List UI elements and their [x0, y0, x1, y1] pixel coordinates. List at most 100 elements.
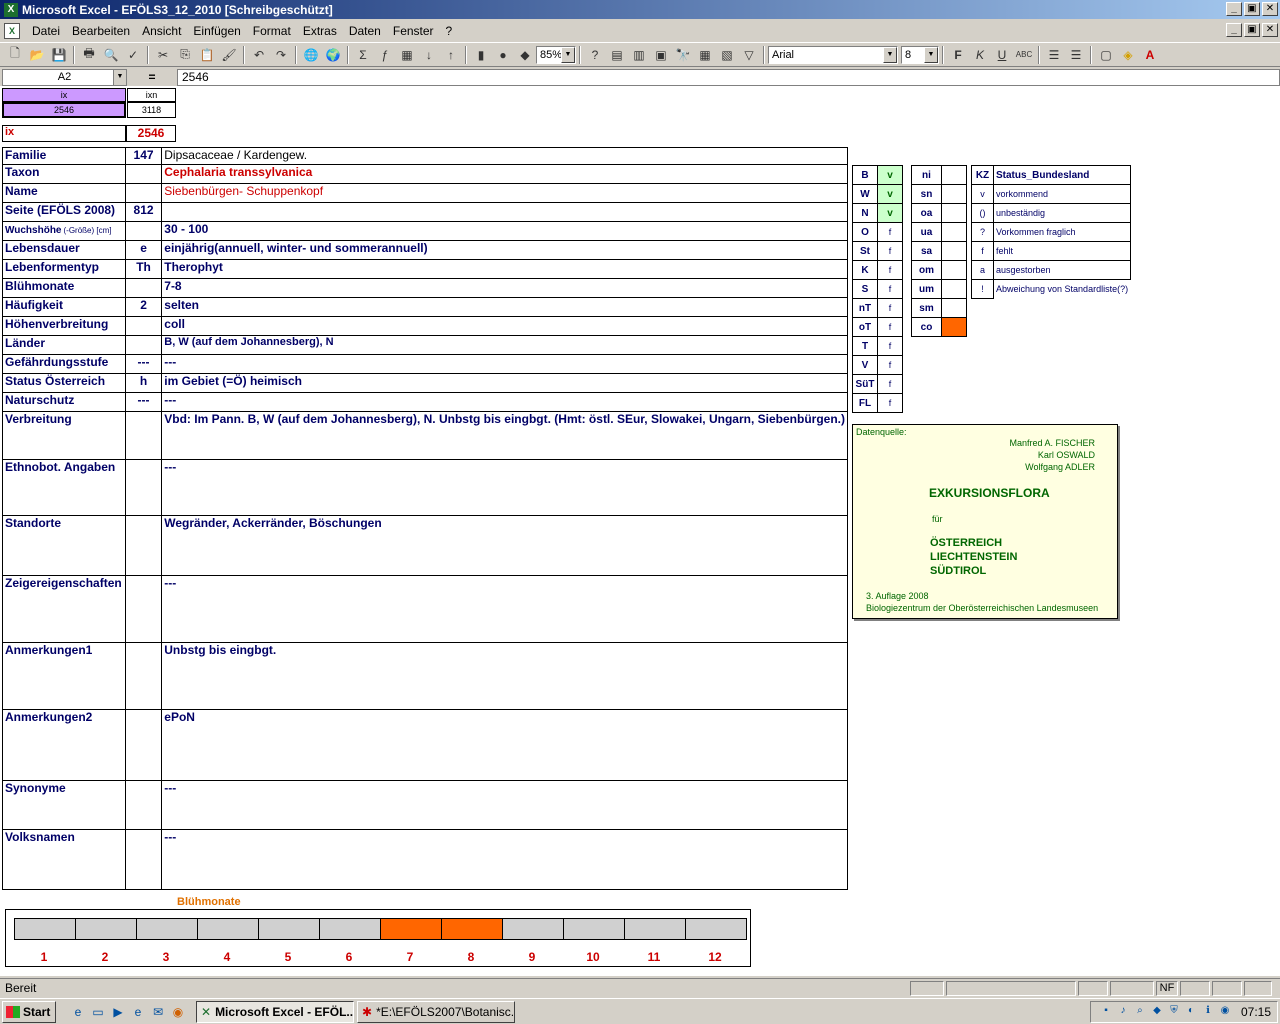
row-label[interactable]: Taxon [2, 164, 126, 184]
row-code[interactable] [124, 642, 163, 710]
status-key[interactable]: v [971, 184, 994, 204]
kz-key[interactable]: sa [911, 241, 942, 261]
status-key[interactable]: () [971, 203, 994, 223]
row-code[interactable] [124, 278, 163, 298]
volume-icon[interactable]: ♪ [1116, 1005, 1130, 1019]
menu-help[interactable]: ? [440, 24, 459, 38]
menu-fenster[interactable]: Fenster [387, 24, 440, 38]
web-toolbar-icon[interactable]: 🌍 [322, 44, 344, 65]
name-box[interactable]: A2 ▼ [2, 68, 127, 86]
kz-key[interactable]: O [852, 222, 878, 242]
kz-key[interactable]: sm [911, 298, 942, 318]
row-label[interactable]: Status Österreich [2, 373, 126, 393]
row-code[interactable]: --- [124, 392, 163, 412]
doc-close-button[interactable]: ✕ [1262, 23, 1278, 37]
row-value[interactable]: im Gebiet (=Ö) heimisch [161, 373, 848, 393]
kz-status[interactable]: f [877, 298, 903, 318]
row-label[interactable]: Anmerkungen2 [2, 709, 126, 781]
drawing-icon[interactable]: ◆ [514, 44, 536, 65]
font-select[interactable]: Arial ▼ [768, 45, 898, 64]
bold-icon[interactable]: F [947, 44, 969, 65]
row-code[interactable] [124, 459, 163, 516]
status-description[interactable]: unbeständig [993, 203, 1131, 223]
row-label[interactable]: Standorte [2, 515, 126, 576]
minimize-button[interactable]: _ [1226, 2, 1242, 16]
row-label[interactable]: Lebensdauer [2, 240, 126, 260]
kz-status[interactable]: f [877, 355, 903, 375]
new-icon[interactable]: 🗋 [4, 44, 26, 65]
kz-key[interactable]: FL [852, 393, 878, 413]
status-key[interactable]: f [971, 241, 994, 261]
quicklaunch-browser-icon[interactable]: e [128, 1002, 148, 1022]
kz-status[interactable]: f [877, 241, 903, 261]
task-excel[interactable]: ✕ Microsoft Excel - EFÖL... [196, 1000, 354, 1023]
fill-color-icon[interactable]: ◈ [1117, 44, 1139, 65]
worksheet[interactable]: ix ixn 2546 3118 ix 2546 Familie 147 Dipsa… [0, 86, 1280, 976]
kz-status[interactable]: f [877, 374, 903, 394]
kz-key[interactable]: T [852, 336, 878, 356]
kz-key[interactable]: ua [911, 222, 942, 242]
start-button[interactable]: Start [2, 1000, 56, 1023]
row-code[interactable]: h [124, 373, 163, 393]
help-icon[interactable]: ? [584, 44, 606, 65]
print-icon[interactable]: 🖶 [78, 44, 100, 65]
row-value[interactable]: --- [161, 392, 848, 412]
row-value[interactable]: selten [161, 297, 848, 317]
kz-status[interactable] [941, 279, 967, 299]
data-source-note[interactable]: Datenquelle: Manfred A. FISCHER Karl OSW… [852, 424, 1118, 619]
quicklaunch-desktop-icon[interactable]: ▭ [88, 1002, 108, 1022]
row-value[interactable]: --- [161, 575, 848, 643]
row-label[interactable]: Länder [2, 335, 126, 355]
row-value[interactable]: --- [161, 780, 848, 830]
row-value[interactable]: 7-8 [161, 278, 848, 298]
kz-status[interactable] [941, 203, 967, 223]
italic-icon[interactable]: K [969, 44, 991, 65]
ix-value-cell[interactable]: 2546 [2, 102, 126, 118]
kz-key[interactable]: om [911, 260, 942, 280]
row-code[interactable]: Th [124, 259, 163, 279]
kz-status[interactable]: f [877, 260, 903, 280]
row-value[interactable]: einjährig(annuell, winter- und sommerann… [161, 240, 848, 260]
row-value[interactable]: Siebenbürgen- Schuppenkopf [161, 183, 848, 203]
window-titlebar[interactable]: X Microsoft Excel - EFÖLS3_12_2010 [Schr… [0, 0, 1280, 19]
status-description[interactable]: Abweichung von Standardliste(?) [994, 280, 1131, 299]
kz-status[interactable]: f [877, 336, 903, 356]
menu-bearbeiten[interactable]: Bearbeiten [66, 24, 136, 38]
row-code[interactable]: e [124, 240, 163, 260]
row-code[interactable] [124, 829, 163, 890]
row-value[interactable]: --- [161, 829, 848, 890]
row-label[interactable]: Ethnobot. Angaben [2, 459, 126, 516]
kz-key[interactable]: K [852, 260, 878, 280]
menu-daten[interactable]: Daten [343, 24, 387, 38]
info-icon[interactable]: ℹ [1201, 1005, 1215, 1019]
clock[interactable]: 07:15 [1241, 1005, 1271, 1019]
kz-key[interactable]: nT [852, 298, 878, 318]
redo-icon[interactable]: ↷ [270, 44, 292, 65]
row-value[interactable]: Therophyt [161, 259, 848, 279]
kz-status[interactable]: v [877, 165, 903, 185]
status-description[interactable]: ausgestorben [993, 260, 1131, 280]
row-value[interactable]: ePoN [161, 709, 848, 781]
row-code[interactable] [124, 515, 163, 576]
copy-icon[interactable]: ⎘ [174, 44, 196, 65]
quicklaunch-outlook-icon[interactable]: ✉ [148, 1002, 168, 1022]
row-label[interactable]: Anmerkungen1 [2, 642, 126, 710]
ix-big-value[interactable]: 2546 [126, 125, 176, 142]
row-code[interactable] [124, 221, 163, 241]
find-icon[interactable]: 🔭 [672, 44, 694, 65]
row-code[interactable] [124, 575, 163, 643]
strikethrough-icon[interactable]: ABC [1013, 44, 1035, 65]
kz-status[interactable] [941, 165, 967, 185]
kz-status[interactable] [941, 222, 967, 242]
grid-icon[interactable]: ▦ [694, 44, 716, 65]
menu-datei[interactable]: Datei [26, 24, 66, 38]
borders-icon[interactable]: ▢ [1095, 44, 1117, 65]
tray-app-icon[interactable]: ◐ [1184, 1005, 1198, 1019]
row-value[interactable]: Dipsacaceae / Kardengew. [161, 147, 848, 165]
sort-desc-icon[interactable]: ↑ [440, 44, 462, 65]
row-label[interactable]: Seite (EFÖLS 2008) [2, 202, 126, 222]
cut-icon[interactable]: ✂ [152, 44, 174, 65]
quicklaunch-firefox-icon[interactable]: ◉ [168, 1002, 188, 1022]
ixn-value-cell[interactable]: 3118 [127, 102, 176, 118]
function-icon[interactable]: ƒ [374, 44, 396, 65]
